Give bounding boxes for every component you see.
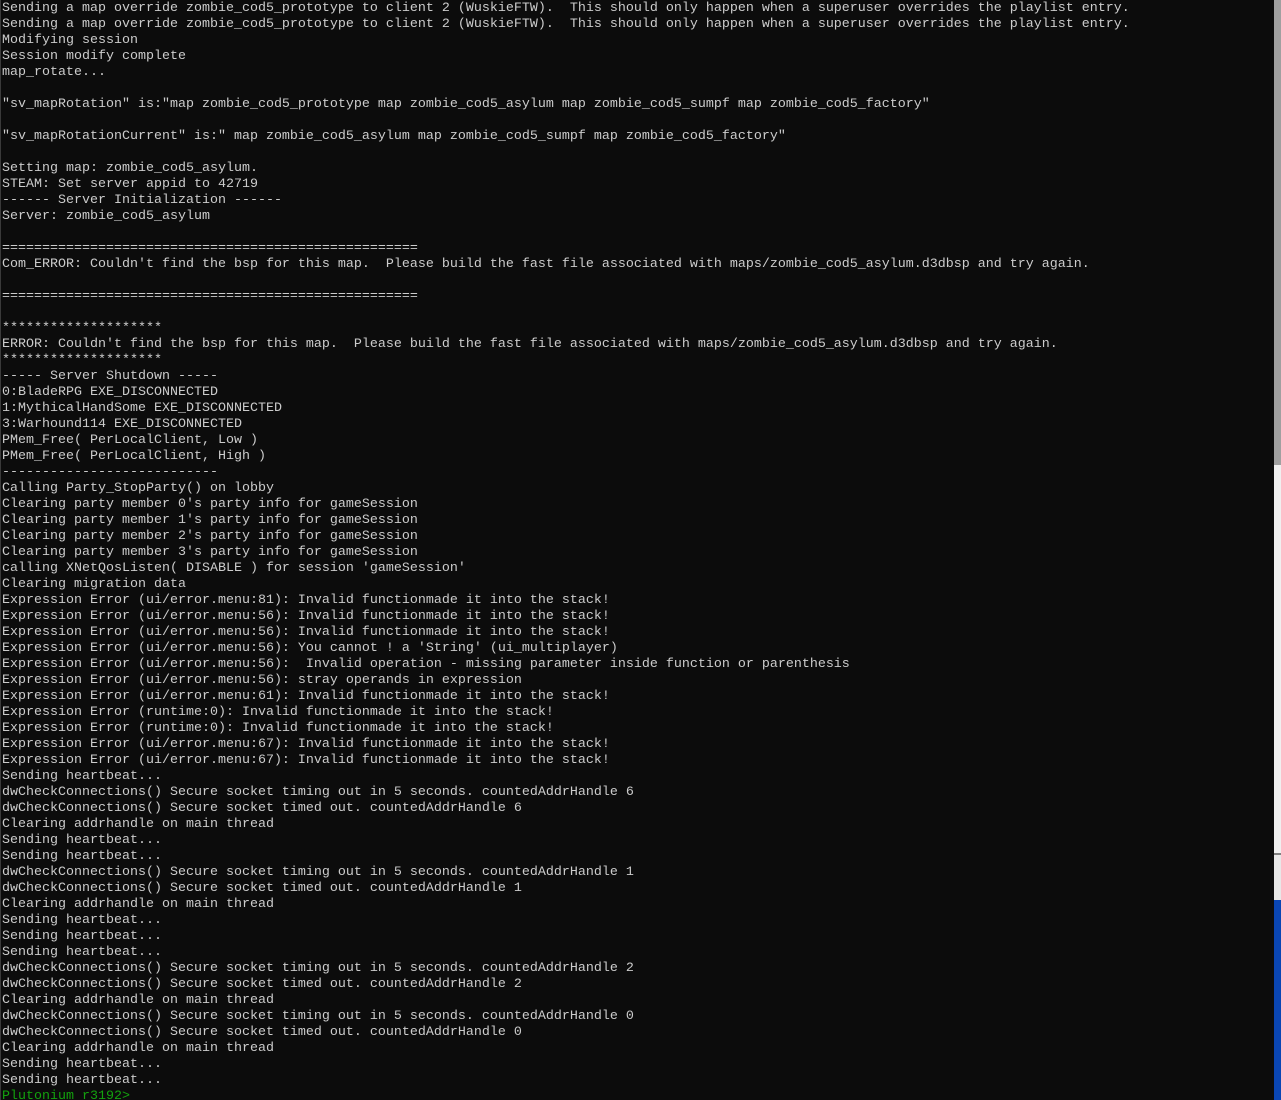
- console-line: Server: zombie_cod5_asylum: [2, 209, 210, 224]
- console-line: Sending heartbeat...: [2, 769, 162, 784]
- console-line: Expression Error (ui/error.menu:56): str…: [2, 673, 522, 688]
- console-line: dwCheckConnections() Secure socket timin…: [2, 961, 634, 976]
- console-line: calling XNetQosListen( DISABLE ) for ses…: [2, 561, 466, 576]
- console-line: dwCheckConnections() Secure socket timed…: [2, 881, 522, 896]
- console-line: Sending heartbeat...: [2, 849, 162, 864]
- console-line: Calling Party_StopParty() on lobby: [2, 481, 274, 496]
- console-line: ********************: [2, 353, 162, 368]
- console-output: Sending a map override zombie_cod5_proto…: [2, 1, 1130, 1100]
- console-line: Expression Error (ui/error.menu:81): Inv…: [2, 593, 610, 608]
- console-line: Com_ERROR: Couldn't find the bsp for thi…: [2, 257, 1090, 272]
- console-line: Expression Error (ui/error.menu:56): You…: [2, 641, 618, 656]
- console-window[interactable]: Sending a map override zombie_cod5_proto…: [0, 0, 1274, 1100]
- console-line: Clearing party member 2's party info for…: [2, 529, 418, 544]
- console-line: Expression Error (ui/error.menu:56): Inv…: [2, 609, 610, 624]
- console-line: dwCheckConnections() Secure socket timin…: [2, 865, 634, 880]
- console-line: Modifying session: [2, 33, 138, 48]
- background-window-titlebar: [1274, 0, 1281, 465]
- console-line: dwCheckConnections() Secure socket timin…: [2, 1009, 634, 1024]
- console-line: 0:BladeRPG EXE_DISCONNECTED: [2, 385, 218, 400]
- command-prompt[interactable]: Plutonium r3192>: [2, 1089, 1130, 1100]
- console-line: Clearing addrhandle on main thread: [2, 993, 274, 1008]
- console-line: Expression Error (runtime:0): Invalid fu…: [2, 705, 554, 720]
- console-line: Sending heartbeat...: [2, 913, 162, 928]
- console-line: dwCheckConnections() Secure socket timed…: [2, 977, 522, 992]
- console-line: Clearing addrhandle on main thread: [2, 817, 274, 832]
- background-window-footer: [1274, 855, 1281, 900]
- console-line: Sending heartbeat...: [2, 833, 162, 848]
- desktop-background: [1274, 900, 1281, 1100]
- console-line: Clearing addrhandle on main thread: [2, 897, 274, 912]
- console-line: Expression Error (runtime:0): Invalid fu…: [2, 721, 554, 736]
- console-line: ========================================…: [2, 289, 418, 304]
- console-line: dwCheckConnections() Secure socket timed…: [2, 801, 522, 816]
- console-line: Sending a map override zombie_cod5_proto…: [2, 1, 1130, 16]
- background-window-edge: [1274, 0, 1281, 1100]
- console-line: Sending heartbeat...: [2, 945, 162, 960]
- console-line: map_rotate...: [2, 65, 106, 80]
- console-line: dwCheckConnections() Secure socket timin…: [2, 785, 634, 800]
- console-line: Expression Error (ui/error.menu:56): Inv…: [2, 625, 610, 640]
- console-line: STEAM: Set server appid to 42719: [2, 177, 258, 192]
- console-line: Clearing addrhandle on main thread: [2, 1041, 274, 1056]
- console-line: ------ Server Initialization ------: [2, 193, 282, 208]
- console-line: "sv_mapRotationCurrent" is:" map zombie_…: [2, 129, 786, 144]
- console-line: Clearing party member 1's party info for…: [2, 513, 418, 528]
- console-line: Expression Error (ui/error.menu:56): Inv…: [2, 657, 850, 672]
- console-line: ERROR: Couldn't find the bsp for this ma…: [2, 337, 1058, 352]
- console-line: Expression Error (ui/error.menu:67): Inv…: [2, 753, 610, 768]
- console-line: "sv_mapRotation" is:"map zombie_cod5_pro…: [2, 97, 930, 112]
- console-line: Clearing party member 3's party info for…: [2, 545, 418, 560]
- console-line: ********************: [2, 321, 162, 336]
- console-line: Expression Error (ui/error.menu:61): Inv…: [2, 689, 610, 704]
- console-line: 1:MythicalHandSome EXE_DISCONNECTED: [2, 401, 282, 416]
- console-line: Sending heartbeat...: [2, 1057, 162, 1072]
- console-line: Sending heartbeat...: [2, 1073, 162, 1088]
- console-line: ----- Server Shutdown -----: [2, 369, 218, 384]
- background-window-body: [1274, 465, 1281, 853]
- console-line: PMem_Free( PerLocalClient, Low ): [2, 433, 258, 448]
- console-line: PMem_Free( PerLocalClient, High ): [2, 449, 266, 464]
- console-line: ---------------------------: [2, 465, 218, 480]
- console-line: dwCheckConnections() Secure socket timed…: [2, 1025, 522, 1040]
- console-line: Setting map: zombie_cod5_asylum.: [2, 161, 258, 176]
- console-line: Clearing migration data: [2, 577, 186, 592]
- console-line: 3:Warhound114 EXE_DISCONNECTED: [2, 417, 242, 432]
- console-line: Clearing party member 0's party info for…: [2, 497, 418, 512]
- console-line: Sending a map override zombie_cod5_proto…: [2, 17, 1130, 32]
- console-line: Session modify complete: [2, 49, 186, 64]
- console-line: ========================================…: [2, 241, 418, 256]
- console-line: Expression Error (ui/error.menu:67): Inv…: [2, 737, 610, 752]
- window-border: [0, 0, 1, 1100]
- console-line: Sending heartbeat...: [2, 929, 162, 944]
